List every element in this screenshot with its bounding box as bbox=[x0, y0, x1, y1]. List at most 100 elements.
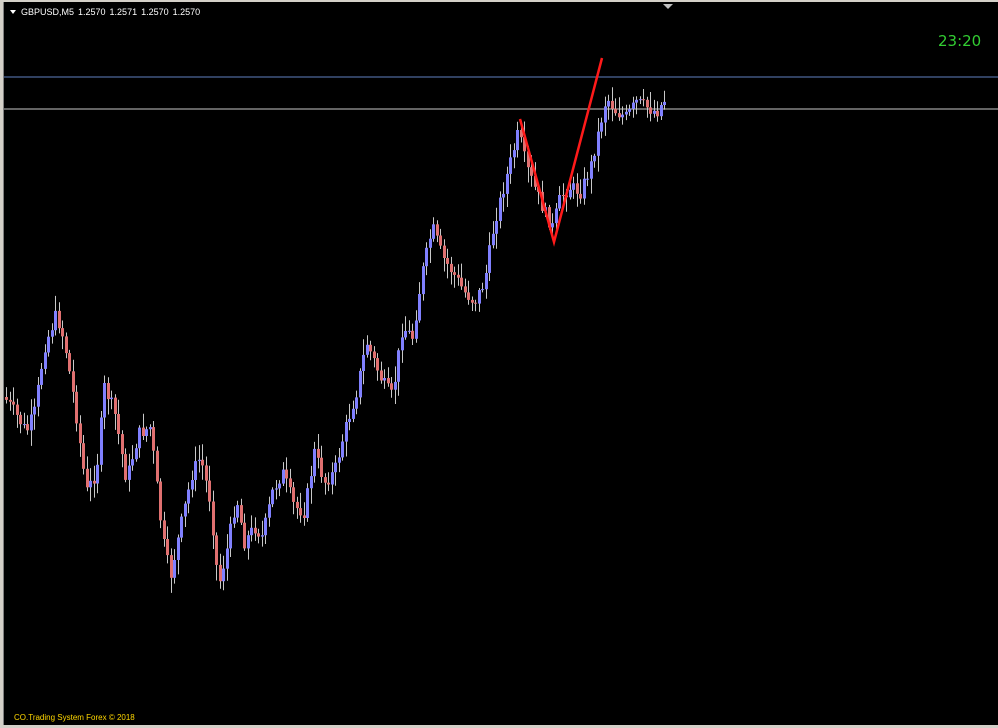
bull-candle bbox=[138, 427, 141, 449]
bear-candle bbox=[443, 245, 446, 258]
bull-candle bbox=[198, 459, 201, 462]
bear-candle bbox=[208, 480, 211, 502]
bear-candle bbox=[292, 487, 295, 502]
bull-candle bbox=[261, 535, 264, 537]
bull-candle bbox=[383, 378, 386, 381]
bull-candle bbox=[362, 354, 365, 371]
bear-candle bbox=[285, 469, 288, 479]
bull-candle bbox=[495, 221, 498, 234]
bull-candle bbox=[131, 459, 134, 466]
high-price: 1.2571 bbox=[109, 7, 138, 17]
bull-candle bbox=[394, 381, 397, 390]
chart-shift-marker-icon[interactable] bbox=[663, 4, 673, 9]
bull-candle bbox=[628, 108, 631, 112]
bear-candle bbox=[12, 401, 15, 405]
bear-candle bbox=[86, 468, 89, 488]
triangle-down-icon[interactable] bbox=[10, 10, 16, 14]
bull-candle bbox=[408, 330, 411, 332]
candlestick-series bbox=[5, 87, 666, 593]
bear-candle bbox=[474, 302, 477, 304]
bull-candle bbox=[348, 418, 351, 422]
zigzag-line[interactable] bbox=[518, 57, 604, 247]
bear-candle bbox=[19, 414, 22, 425]
close-price: 1.2570 bbox=[172, 7, 201, 17]
bull-candle bbox=[432, 224, 435, 239]
bull-candle bbox=[194, 461, 197, 480]
bull-candle bbox=[506, 173, 509, 194]
bear-candle bbox=[390, 383, 393, 390]
bear-candle bbox=[446, 258, 449, 264]
bear-candle bbox=[467, 292, 470, 300]
bull-candle bbox=[275, 488, 278, 490]
bear-candle bbox=[152, 427, 155, 451]
bull-candle bbox=[264, 517, 267, 536]
bear-candle bbox=[240, 505, 243, 523]
bear-candle bbox=[618, 113, 621, 118]
bull-candle bbox=[513, 150, 516, 158]
bear-candle bbox=[79, 423, 82, 444]
bull-candle bbox=[492, 233, 495, 246]
bear-candle bbox=[327, 482, 330, 485]
open-price: 1.2570 bbox=[78, 7, 106, 17]
bull-candle bbox=[551, 223, 554, 228]
bull-candle bbox=[310, 476, 313, 489]
bear-candle bbox=[611, 100, 614, 109]
bear-candle bbox=[65, 336, 68, 354]
bear-candle bbox=[303, 515, 306, 518]
bull-candle bbox=[40, 368, 43, 385]
bear-candle bbox=[254, 527, 257, 534]
price-chart[interactable] bbox=[4, 2, 998, 724]
bull-candle bbox=[341, 441, 344, 458]
bull-candle bbox=[145, 429, 148, 436]
bull-candle bbox=[37, 384, 40, 407]
bull-candle bbox=[639, 99, 642, 101]
bull-candle bbox=[499, 197, 502, 221]
bear-candle bbox=[562, 195, 565, 196]
bear-candle bbox=[380, 370, 383, 381]
bull-candle bbox=[555, 208, 558, 224]
bear-candle bbox=[299, 508, 302, 516]
bear-candle bbox=[457, 274, 460, 278]
bull-candle bbox=[233, 517, 236, 524]
bear-candle bbox=[121, 434, 124, 455]
bear-candle bbox=[215, 535, 218, 565]
bear-candle bbox=[576, 183, 579, 194]
bear-candle bbox=[72, 371, 75, 392]
bear-candle bbox=[114, 397, 117, 414]
bear-candle bbox=[117, 414, 120, 434]
bear-candle bbox=[369, 344, 372, 352]
bear-candle bbox=[156, 450, 159, 482]
bull-candle bbox=[54, 310, 57, 331]
bull-candle bbox=[625, 111, 628, 115]
bull-candle bbox=[110, 397, 113, 400]
bear-candle bbox=[373, 351, 376, 359]
bull-candle bbox=[338, 457, 341, 463]
low-price: 1.2570 bbox=[141, 7, 169, 17]
symbol-header[interactable]: GBPUSD,M5 1.2570 1.2571 1.2570 1.2570 bbox=[10, 7, 204, 17]
bear-candle bbox=[317, 448, 320, 458]
bull-candle bbox=[103, 383, 106, 418]
bull-candle bbox=[250, 527, 253, 536]
bull-candle bbox=[418, 294, 421, 321]
bear-candle bbox=[75, 391, 78, 424]
bear-candle bbox=[58, 310, 61, 329]
bear-candle bbox=[201, 459, 204, 466]
bear-candle bbox=[61, 328, 64, 337]
bull-candle bbox=[271, 489, 274, 505]
bull-candle bbox=[502, 193, 505, 198]
bull-candle bbox=[173, 560, 176, 578]
bull-candle bbox=[593, 155, 596, 162]
bear-candle bbox=[68, 353, 71, 372]
bear-candle bbox=[614, 108, 617, 114]
bull-candle bbox=[422, 266, 425, 295]
bear-candle bbox=[376, 358, 379, 371]
bull-candle bbox=[590, 161, 593, 179]
bear-candle bbox=[107, 383, 110, 400]
chart-window[interactable]: GBPUSD,M5 1.2570 1.2571 1.2570 1.2570 23… bbox=[0, 0, 998, 728]
bear-candle bbox=[324, 477, 327, 483]
bear-candle bbox=[16, 404, 19, 415]
bull-candle bbox=[653, 110, 656, 114]
bull-candle bbox=[397, 350, 400, 382]
bear-candle bbox=[26, 424, 29, 431]
bull-candle bbox=[660, 105, 663, 117]
